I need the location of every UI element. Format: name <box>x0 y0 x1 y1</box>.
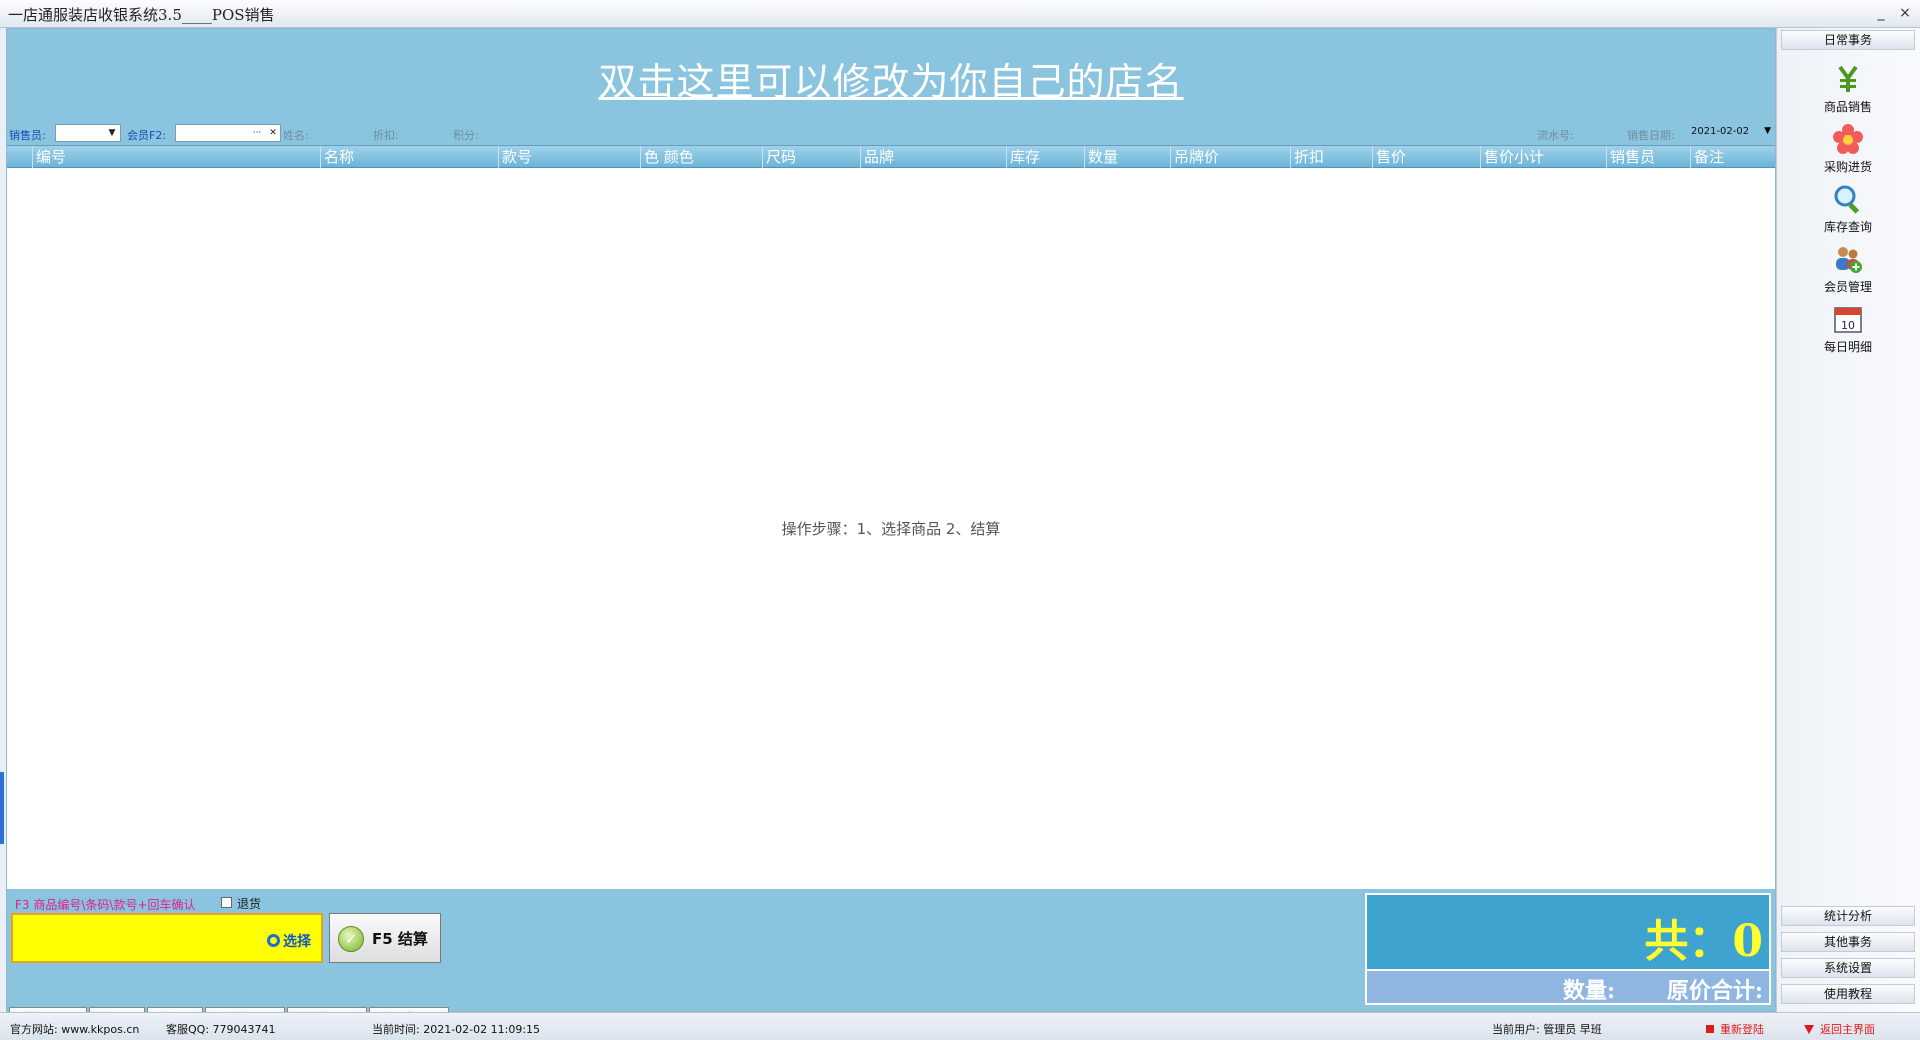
qq-text: 客服QQ: 779043741 <box>166 1023 276 1036</box>
flower-icon <box>1833 124 1863 154</box>
pos-sales-panel: 双击这里可以修改为你自己的店名 销售员: ▼ 会员F2: ··· ✕ 姓名: 折… <box>6 28 1776 1028</box>
select-product-button[interactable]: 选择 <box>267 931 311 951</box>
sidebar-item-inventory[interactable]: 库存查询 <box>1781 184 1915 240</box>
sidebar: 日常事务 商品销售 采购进货 库存查询 会员管理 10 每日明细 统计分析 其他… <box>1776 28 1920 1012</box>
sidebar-item-daily-details[interactable]: 10 每日明细 <box>1781 304 1915 360</box>
relogin-link[interactable]: 重新登陆 <box>1706 1021 1764 1037</box>
column-header[interactable]: 色 颜色 <box>641 146 763 168</box>
current-user: 当前用户: 管理员 早班 <box>1492 1023 1602 1036</box>
original-total-label: 原价合计: <box>1666 978 1763 1004</box>
column-header[interactable]: 折扣 <box>1291 146 1373 168</box>
return-label: 退货 <box>237 897 262 911</box>
tab-daily-affairs[interactable]: 日常事务 <box>1781 30 1915 50</box>
sidebar-item-purchase[interactable]: 采购进货 <box>1781 124 1915 180</box>
column-header[interactable]: 品牌 <box>861 146 1007 168</box>
sale-date-value: 2021-02-02 <box>1691 126 1750 137</box>
column-header[interactable]: 售价 <box>1373 146 1481 168</box>
column-header[interactable]: 款号 <box>499 146 641 168</box>
column-header[interactable]: 备注 <box>1691 146 1775 168</box>
back-to-main-link[interactable]: 返回主界面 <box>1804 1021 1875 1037</box>
quantity-label: 数量: <box>1563 978 1616 1004</box>
checkout-label: F5 结算 <box>372 930 428 948</box>
sidebar-item-label: 采购进货 <box>1823 160 1872 174</box>
operation-hint: 操作步骤：1、选择商品 2、结算 <box>781 520 1001 538</box>
column-header[interactable]: 尺码 <box>763 146 861 168</box>
sales-grid[interactable]: 编号 名称 款号 色 颜色 尺码 品牌 库存 数量 吊牌价 折扣 售价 售价小计… <box>7 145 1775 889</box>
left-edge-accent <box>0 772 4 844</box>
sidebar-item-label: 库存查询 <box>1823 220 1872 234</box>
sidebar-item-label: 商品销售 <box>1823 100 1872 114</box>
serial-label: 流水号: <box>1537 129 1574 142</box>
member-input[interactable]: ··· ✕ <box>175 124 281 142</box>
sale-date-label: 销售日期: <box>1627 129 1675 142</box>
current-time: 当前时间: 2021-02-02 11:09:15 <box>372 1023 541 1036</box>
total-subline: 数量: 原价合计: <box>1367 969 1769 1004</box>
column-header[interactable]: 吊牌价 <box>1171 146 1291 168</box>
magnifier-icon <box>1833 184 1863 214</box>
close-button[interactable]: × <box>1894 2 1916 24</box>
chevron-down-icon[interactable]: ▼ <box>1764 126 1771 136</box>
tab-system-settings[interactable]: 系统设置 <box>1781 958 1915 978</box>
column-header[interactable]: 售价小计 <box>1481 146 1607 168</box>
tab-other-affairs[interactable]: 其他事务 <box>1781 932 1915 952</box>
stop-icon <box>1706 1025 1714 1033</box>
checkout-area: F3 商品编号\条码\款号+回车确认 退货 选择 ✓ F5 结算 新增会员【A】… <box>7 889 1775 1028</box>
sidebar-item-product-sales[interactable]: 商品销售 <box>1781 64 1915 120</box>
shop-name[interactable]: 双击这里可以修改为你自己的店名 <box>7 51 1775 106</box>
column-header[interactable]: 库存 <box>1007 146 1085 168</box>
more-icon[interactable]: ··· <box>250 126 264 140</box>
chevron-down-icon[interactable]: ▼ <box>105 126 119 140</box>
column-header[interactable]: 销售员 <box>1607 146 1691 168</box>
select-label: 选择 <box>283 934 311 950</box>
sidebar-item-label: 每日明细 <box>1823 340 1872 354</box>
filter-bar: 销售员: ▼ 会员F2: ··· ✕ 姓名: 折扣: 积分: 流水号: 销售日期… <box>7 121 1775 145</box>
title-bar: 一店通服装店收银系统3.5____POS销售 _ × <box>0 0 1920 28</box>
scan-hint-label: F3 商品编号\条码\款号+回车确认 <box>15 898 196 912</box>
return-checkbox[interactable] <box>221 897 232 908</box>
checkout-button[interactable]: ✓ F5 结算 <box>329 913 441 963</box>
svg-text:10: 10 <box>1841 319 1855 332</box>
sale-date-picker[interactable]: 2021-02-02 ▼ <box>1687 123 1773 141</box>
down-arrow-icon <box>1804 1025 1814 1034</box>
minimize-button[interactable]: _ <box>1870 2 1892 24</box>
discount-label: 折扣: <box>373 129 399 142</box>
row-selector-header <box>7 146 33 168</box>
column-header[interactable]: 名称 <box>321 146 499 168</box>
calendar-icon: 10 <box>1833 304 1863 334</box>
shop-banner[interactable]: 双击这里可以修改为你自己的店名 <box>7 29 1775 121</box>
member-name-label: 姓名: <box>283 129 309 142</box>
tab-statistics[interactable]: 统计分析 <box>1781 906 1915 926</box>
column-header[interactable]: 数量 <box>1085 146 1171 168</box>
product-code-input[interactable]: 选择 <box>11 913 323 963</box>
checkmark-icon: ✓ <box>338 926 364 952</box>
website-text: 官方网站: www.kkpos.cn <box>10 1023 140 1036</box>
sidebar-item-label: 会员管理 <box>1823 280 1872 294</box>
grid-header: 编号 名称 款号 色 颜色 尺码 品牌 库存 数量 吊牌价 折扣 售价 售价小计… <box>7 146 1775 168</box>
member-label: 会员F2: <box>127 129 167 142</box>
tab-tutorial[interactable]: 使用教程 <box>1781 984 1915 1004</box>
members-icon <box>1833 244 1863 274</box>
sidebar-item-members[interactable]: 会员管理 <box>1781 244 1915 300</box>
search-icon <box>267 934 280 947</box>
salesperson-label: 销售员: <box>9 129 46 142</box>
clear-icon[interactable]: ✕ <box>266 126 280 140</box>
salesperson-select[interactable]: ▼ <box>55 124 121 142</box>
status-bar: 官方网站: www.kkpos.cn 客服QQ: 779043741 当前时间:… <box>0 1012 1920 1040</box>
yen-icon <box>1833 64 1863 94</box>
points-label: 积分: <box>453 129 479 142</box>
window-title: 一店通服装店收银系统3.5____POS销售 <box>8 6 275 24</box>
total-count: 共：0 <box>1644 916 1763 967</box>
total-summary: 共：0 数量: 原价合计: <box>1365 893 1771 1005</box>
column-header[interactable]: 编号 <box>33 146 321 168</box>
